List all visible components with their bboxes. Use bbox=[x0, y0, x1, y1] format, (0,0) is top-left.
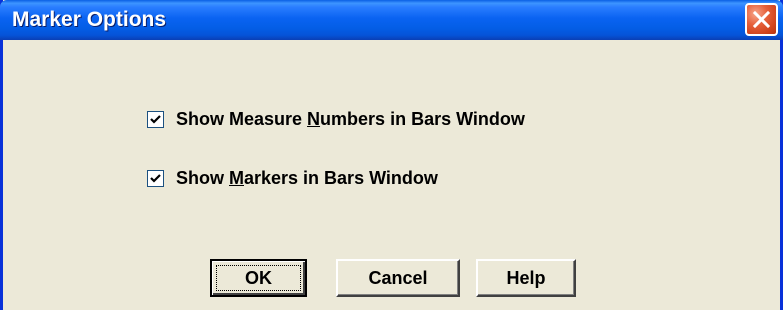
show-markers-label: Show Markers in Bars Window bbox=[176, 168, 438, 188]
show-measure-numbers-checkbox[interactable] bbox=[147, 111, 164, 128]
cancel-button-label: Cancel bbox=[368, 267, 428, 288]
help-button-label: Help bbox=[506, 267, 546, 288]
show-markers-option[interactable]: Show Markers in Bars Window bbox=[147, 168, 438, 189]
show-measure-numbers-label: Show Measure Numbers in Bars Window bbox=[176, 109, 525, 129]
window-title: Marker Options bbox=[12, 8, 167, 31]
mnemonic-underline: M bbox=[229, 168, 244, 188]
title-bar[interactable]: Marker Options bbox=[0, 0, 783, 40]
ok-button[interactable]: OK bbox=[210, 259, 307, 297]
show-markers-checkbox[interactable] bbox=[147, 170, 164, 187]
checkmark-icon bbox=[150, 174, 161, 183]
close-icon bbox=[752, 10, 771, 29]
help-button[interactable]: Help bbox=[476, 259, 576, 297]
checkmark-icon bbox=[150, 115, 161, 124]
show-measure-numbers-option[interactable]: Show Measure Numbers in Bars Window bbox=[147, 109, 525, 130]
dialog-window: Marker Options Show Measure Numbers in B… bbox=[0, 0, 783, 310]
close-button[interactable] bbox=[745, 3, 778, 36]
focus-rect bbox=[216, 265, 301, 291]
cancel-button[interactable]: Cancel bbox=[336, 259, 460, 297]
mnemonic-underline: N bbox=[307, 109, 321, 129]
